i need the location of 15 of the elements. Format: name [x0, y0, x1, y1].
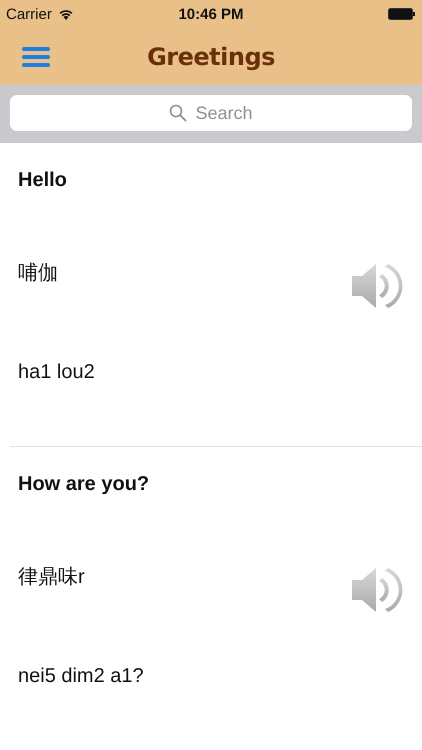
- chinese-phrase: 哺伽: [18, 261, 59, 285]
- clock-time: 10:46 PM: [178, 6, 244, 22]
- battery-icon: [388, 8, 416, 20]
- carrier-name: Carrier: [6, 6, 52, 22]
- screen-title: Greetings: [147, 42, 275, 70]
- romanization-text: ha1 lou2: [18, 360, 95, 384]
- english-phrase: How are you?: [18, 472, 150, 496]
- menu-button[interactable]: [22, 46, 50, 68]
- wifi-icon: [58, 8, 74, 20]
- english-phrase: Hello: [18, 168, 68, 192]
- chinese-phrase: 律鼎味r: [18, 565, 86, 589]
- menu-icon: [22, 46, 50, 68]
- search-icon: [169, 104, 187, 122]
- search-field[interactable]: Search: [10, 95, 412, 131]
- romanization-text: nei5 dim2 a1?: [18, 664, 145, 688]
